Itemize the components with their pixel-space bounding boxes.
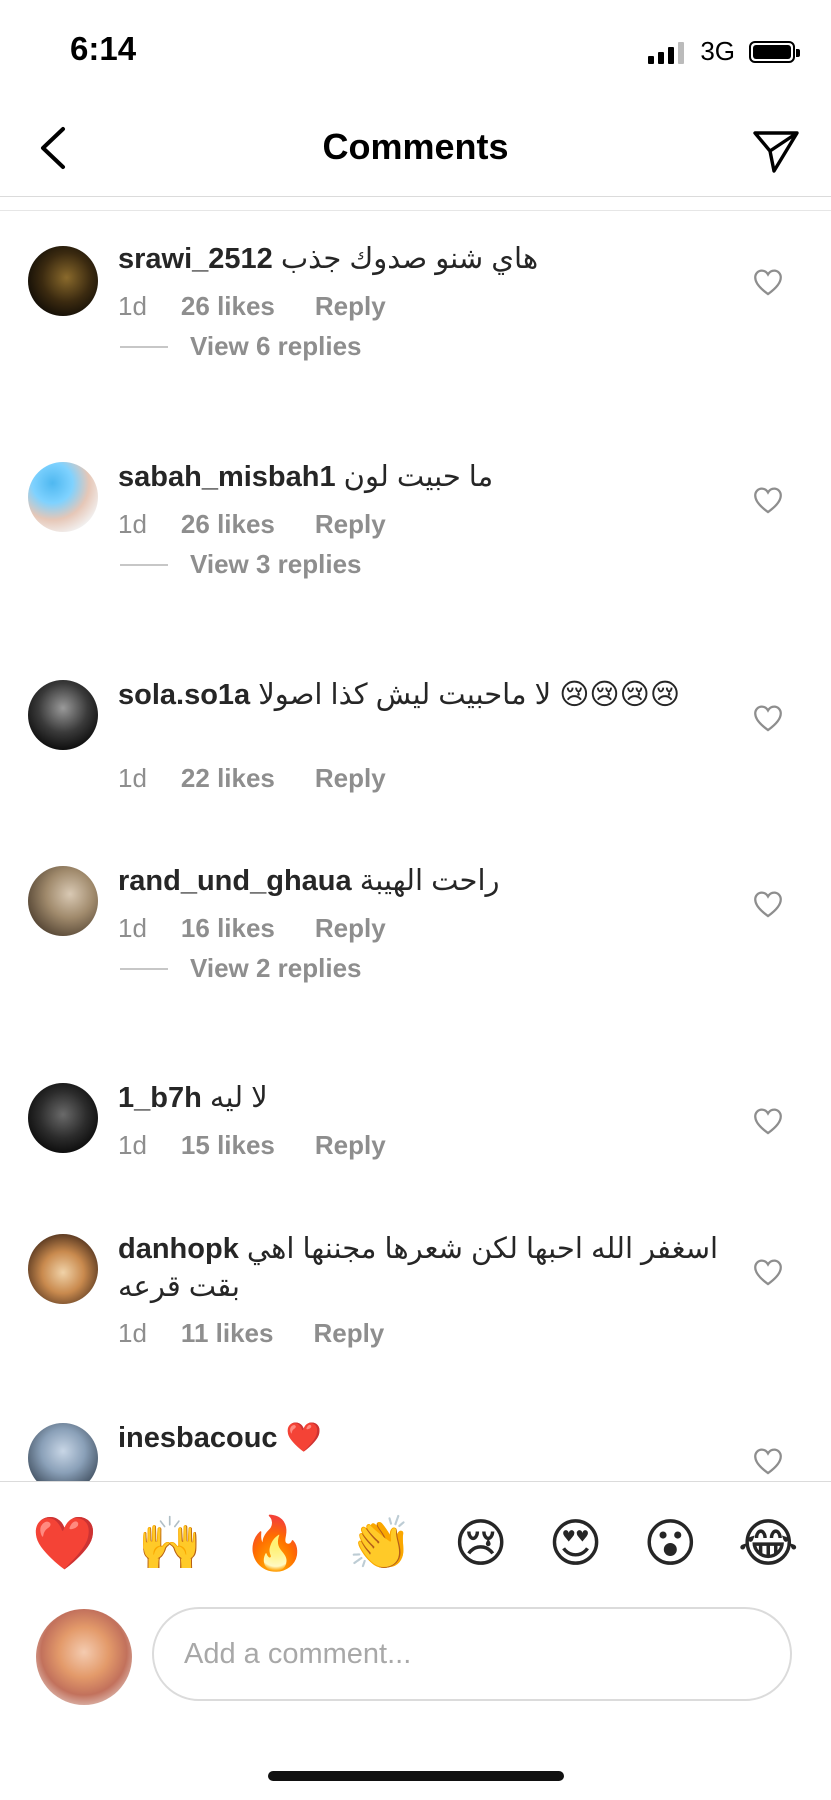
reaction-bar: ❤️ 🙌 🔥 👏 😢 😍 😮 😂: [0, 1481, 831, 1605]
heart-icon[interactable]: [751, 265, 785, 299]
network-type: 3G: [700, 36, 735, 66]
heart-icon[interactable]: [751, 1104, 785, 1138]
comment-username[interactable]: inesbacouc: [118, 1422, 278, 1454]
comment-text: ❤️: [285, 1422, 322, 1454]
clapping-emoji-button[interactable]: 👏: [348, 1518, 413, 1570]
avatar[interactable]: [28, 680, 98, 750]
fire-emoji-button[interactable]: 🔥: [243, 1518, 308, 1570]
avatar[interactable]: [28, 1423, 98, 1481]
heart-icon[interactable]: [751, 887, 785, 921]
avatar[interactable]: [28, 1083, 98, 1153]
home-indicator[interactable]: [268, 1771, 564, 1781]
avatar[interactable]: [28, 462, 98, 532]
avatar[interactable]: [28, 866, 98, 936]
comment-composer: [0, 1605, 831, 1725]
avatar[interactable]: [28, 1234, 98, 1304]
nav-bar: Comments: [0, 100, 831, 197]
signal-icon: [648, 40, 685, 64]
comment-content: inesbacouc ❤️: [118, 211, 721, 1457]
crying-emoji-button[interactable]: 😢: [454, 1518, 508, 1570]
heart-icon[interactable]: [751, 1255, 785, 1289]
paper-plane-icon: [753, 131, 799, 173]
status-bar: 6:14 3G: [0, 0, 831, 100]
heart-icon[interactable]: [751, 701, 785, 735]
heart-icon[interactable]: [751, 483, 785, 517]
my-avatar: [36, 1609, 132, 1705]
comment-input[interactable]: [152, 1607, 792, 1701]
share-button[interactable]: [743, 118, 809, 184]
heart-eyes-emoji-button[interactable]: 😍: [548, 1518, 602, 1570]
laughing-emoji-button[interactable]: 😂: [738, 1518, 799, 1570]
raising-hands-emoji-button[interactable]: 🙌: [138, 1518, 203, 1570]
avatar[interactable]: [28, 246, 98, 316]
page-title: Comments: [322, 126, 509, 167]
comment-list[interactable]: srawi_2512 هاي شنو صدوك جذب 1d 26 likes Re…: [0, 211, 831, 1481]
surprised-emoji-button[interactable]: 😮: [643, 1518, 697, 1570]
battery-icon: [749, 40, 800, 63]
status-time: 6:14: [70, 30, 137, 67]
heart-emoji-button[interactable]: ❤️: [32, 1518, 97, 1570]
heart-icon[interactable]: [751, 1444, 785, 1478]
status-indicators: 3G: [648, 36, 800, 67]
